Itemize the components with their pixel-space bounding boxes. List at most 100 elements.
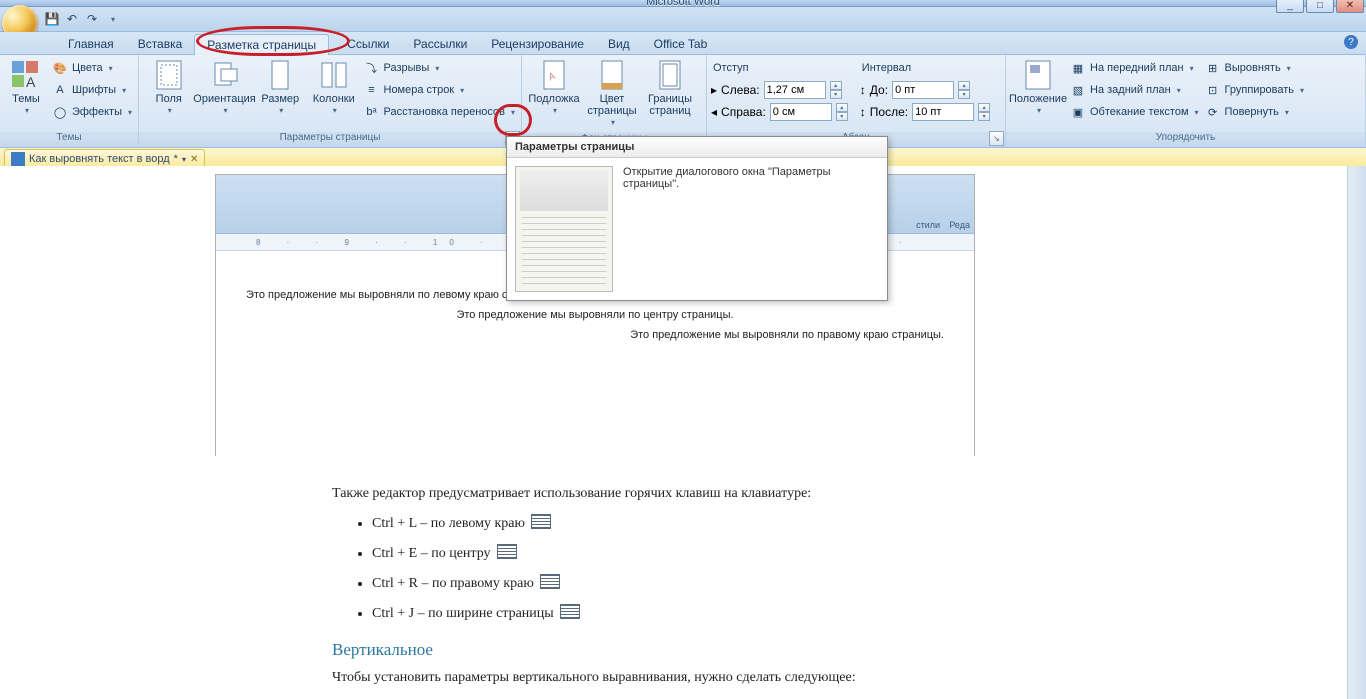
- columns-button[interactable]: Колонки: [308, 57, 360, 130]
- front-icon: ▦: [1070, 60, 1086, 76]
- margins-icon: [153, 59, 185, 91]
- inner-styles-label: стили: [916, 220, 940, 230]
- page-borders-button[interactable]: Границы страниц: [642, 57, 698, 131]
- themes-icon: A: [10, 59, 42, 91]
- align-button[interactable]: ⊞Выровнять: [1203, 57, 1307, 79]
- paragraph-launcher[interactable]: ↘: [989, 131, 1004, 146]
- group-label-themes: Темы: [0, 132, 138, 147]
- group-arrange: Положение ▦На передний план ▧На задний п…: [1006, 55, 1366, 147]
- spacing-after-icon: ↕: [860, 105, 866, 119]
- align-icon: ⊞: [1205, 60, 1221, 76]
- indent-left-input[interactable]: [764, 81, 826, 99]
- spacing-before-input[interactable]: [892, 81, 954, 99]
- svg-text:A: A: [26, 74, 36, 90]
- chevron-down-icon[interactable]: ▾: [182, 155, 186, 164]
- window-controls: _ □ ✕: [1276, 0, 1364, 13]
- align-center-icon: [497, 544, 517, 559]
- theme-colors[interactable]: 🎨Цвета: [50, 57, 134, 79]
- bring-front-button[interactable]: ▦На передний план: [1068, 57, 1201, 79]
- undo-icon[interactable]: ↶: [64, 11, 80, 27]
- tab-references[interactable]: Ссылки: [335, 34, 401, 54]
- tab-insert[interactable]: Вставка: [126, 34, 195, 54]
- titlebar: Microsoft Word _ □ ✕: [0, 0, 1366, 7]
- send-back-button[interactable]: ▧На задний план: [1068, 79, 1201, 101]
- text-wrap-button[interactable]: ▣Обтекание текстом: [1068, 101, 1201, 123]
- theme-effects[interactable]: ◯Эффекты: [50, 101, 134, 123]
- qat-more[interactable]: [104, 11, 120, 27]
- save-icon[interactable]: 💾: [44, 11, 60, 27]
- article-para: Чтобы установить параметры вертикального…: [332, 670, 1052, 686]
- tab-office-tab[interactable]: Office Tab: [642, 34, 720, 54]
- breaks-button[interactable]: ⤵Разрывы: [362, 57, 518, 79]
- vertical-scrollbar[interactable]: [1347, 166, 1366, 699]
- list-item: Ctrl + R – по правому краю: [372, 574, 1052, 592]
- watermark-button[interactable]: AПодложка: [526, 57, 582, 131]
- inner-para-right: Это предложение мы выровняли по правому …: [246, 329, 944, 341]
- group-page-setup: Поля Ориентация Размер Колонки ⤵Разрывы …: [139, 55, 522, 147]
- tab-home[interactable]: Главная: [56, 34, 126, 54]
- spacing-after[interactable]: ↕После:▴▾: [860, 101, 990, 123]
- document-tab-label: Как выровнять текст в ворд: [29, 153, 170, 165]
- spinner[interactable]: ▴▾: [978, 103, 990, 121]
- ribbon-tabs: Главная Вставка Разметка страницы Ссылки…: [0, 32, 1366, 55]
- margins-button[interactable]: Поля: [143, 57, 195, 130]
- quick-access-toolbar: 💾 ↶ ↷: [0, 7, 1366, 32]
- list-item: Ctrl + J – по ширине страницы: [372, 604, 1052, 622]
- themes-button[interactable]: A Темы: [4, 57, 48, 130]
- indent-left[interactable]: ▸Слева:▴▾: [711, 79, 848, 101]
- line-numbers-button[interactable]: ≡Номера строк: [362, 79, 518, 101]
- close-tab-icon[interactable]: ✕: [190, 154, 198, 165]
- indent-right[interactable]: ◂Справа:▴▾: [711, 101, 848, 123]
- tab-review[interactable]: Рецензирование: [479, 34, 596, 54]
- page-color-icon: [596, 59, 628, 91]
- spinner[interactable]: ▴▾: [836, 103, 848, 121]
- theme-fonts[interactable]: AШрифты: [50, 79, 134, 101]
- article-lead: Также редактор предусматривает использов…: [332, 486, 1052, 502]
- line-numbers-icon: ≡: [364, 82, 380, 98]
- fonts-icon: A: [52, 82, 68, 98]
- watermark-icon: A: [538, 59, 570, 91]
- indent-right-icon: ◂: [711, 105, 717, 119]
- hotkey-list: Ctrl + L – по левому краю Ctrl + E – по …: [332, 514, 1052, 622]
- group-button[interactable]: ⊡Группировать: [1203, 79, 1307, 101]
- tooltip-thumbnail: [515, 166, 613, 292]
- tab-view[interactable]: Вид: [596, 34, 642, 54]
- hyphenation-icon: bᵃ: [364, 104, 380, 120]
- wrap-icon: ▣: [1070, 104, 1086, 120]
- align-right-icon: [540, 574, 560, 589]
- group-page-bg: AПодложка Цвет страницы Границы страниц …: [522, 55, 707, 147]
- tab-mailings[interactable]: Рассылки: [401, 34, 479, 54]
- position-button[interactable]: Положение: [1010, 57, 1066, 130]
- tab-page-layout[interactable]: Разметка страницы: [194, 34, 329, 55]
- indent-left-icon: ▸: [711, 83, 717, 97]
- spacing-before[interactable]: ↕До:▴▾: [860, 79, 990, 101]
- size-button[interactable]: Размер: [255, 57, 307, 130]
- themes-label: Темы: [12, 93, 40, 105]
- close-button[interactable]: ✕: [1336, 0, 1364, 13]
- ribbon: A Темы 🎨Цвета AШрифты ◯Эффекты Темы Поля…: [0, 55, 1366, 148]
- spinner[interactable]: ▴▾: [830, 81, 842, 99]
- group-themes: A Темы 🎨Цвета AШрифты ◯Эффекты Темы: [0, 55, 139, 147]
- inner-para-center: Это предложение мы выровняли по центру с…: [246, 309, 944, 321]
- maximize-button[interactable]: □: [1306, 0, 1334, 13]
- spacing-before-icon: ↕: [860, 83, 866, 97]
- align-left-icon: [531, 514, 551, 529]
- help-icon[interactable]: ?: [1344, 35, 1358, 49]
- indent-right-input[interactable]: [770, 103, 832, 121]
- group-label-arrange: Упорядочить: [1006, 132, 1365, 147]
- rotate-button[interactable]: ⟳Повернуть: [1203, 101, 1307, 123]
- back-icon: ▧: [1070, 82, 1086, 98]
- inner-edit-label: Реда: [949, 220, 970, 230]
- orientation-icon: [209, 59, 241, 91]
- spinner[interactable]: ▴▾: [958, 81, 970, 99]
- size-icon: [264, 59, 296, 91]
- orientation-button[interactable]: Ориентация: [197, 57, 253, 130]
- hyphenation-button[interactable]: bᵃРасстановка переносов: [362, 101, 518, 123]
- spacing-after-input[interactable]: [912, 103, 974, 121]
- list-item: Ctrl + E – по центру: [372, 544, 1052, 562]
- rotate-icon: ⟳: [1205, 104, 1221, 120]
- word-doc-icon: [11, 152, 25, 166]
- page-color-button[interactable]: Цвет страницы: [584, 57, 640, 131]
- minimize-button[interactable]: _: [1276, 0, 1304, 13]
- redo-icon[interactable]: ↷: [84, 11, 100, 27]
